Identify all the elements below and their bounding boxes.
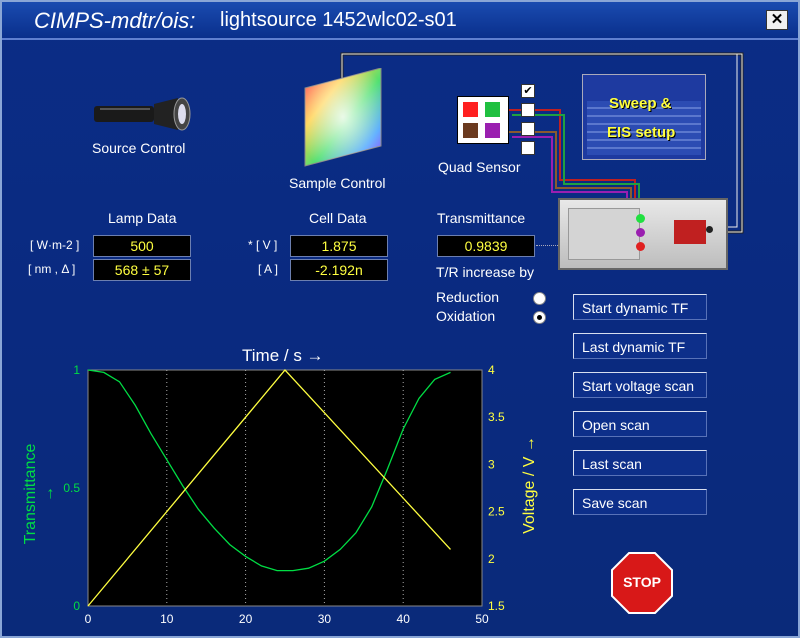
cell-current-readout: -2.192n: [290, 259, 388, 281]
quad-sensor[interactable]: [457, 96, 509, 144]
cell-unit-voltage: * [ V ]: [248, 238, 278, 252]
flashlight-icon: [94, 97, 191, 131]
cell-unit-current: [ A ]: [258, 262, 279, 276]
sensor-purple: [485, 123, 500, 138]
chart-y2label: Voltage / V →: [521, 436, 538, 534]
last-scan-button[interactable]: Last scan: [573, 450, 707, 476]
sample-control-label: Sample Control: [289, 175, 386, 191]
tr-increase-label: T/R increase by: [436, 264, 535, 280]
stop-button[interactable]: STOP: [611, 552, 673, 614]
reduction-radio[interactable]: [533, 292, 546, 305]
device-panel: [568, 208, 640, 260]
chart-ylabel: Transmittance →: [22, 443, 57, 545]
sample-control[interactable]: Sample Control: [287, 68, 402, 193]
start-voltage-scan-button[interactable]: Start voltage scan: [573, 372, 707, 398]
source-control-label: Source Control: [92, 140, 186, 156]
transmittance-link-line: [536, 245, 558, 246]
device-logo: [674, 220, 706, 244]
oxidation-radio[interactable]: [533, 311, 546, 324]
sensor-checkbox-2[interactable]: [521, 103, 535, 117]
app-window: CIMPS-mdtr/ois: lightsource 1452wlc02-s0…: [0, 0, 800, 638]
color-hexagon-icon: [304, 68, 382, 167]
cell-voltage-readout: 1.875: [290, 235, 388, 257]
reduction-label: Reduction: [436, 289, 500, 305]
source-control[interactable]: Source Control: [82, 94, 212, 164]
potentiostat-device[interactable]: [558, 198, 728, 270]
device-led-green: [636, 214, 645, 223]
save-scan-button[interactable]: Save scan: [573, 489, 707, 515]
stop-label: STOP: [623, 574, 661, 590]
open-scan-button[interactable]: Open scan: [573, 411, 707, 437]
device-led-purple: [636, 228, 645, 237]
lamp-wavelength-readout: 568 ± 57: [93, 259, 191, 281]
lamp-data-header: Lamp Data: [108, 210, 177, 226]
sensor-red: [463, 102, 478, 117]
start-dynamic-tf-button[interactable]: Start dynamic TF: [573, 294, 707, 320]
sensor-green: [485, 102, 500, 117]
sensor-checkbox-4[interactable]: [521, 141, 535, 155]
transmittance-readout: 0.9839: [437, 235, 535, 257]
device-led-red: [636, 242, 645, 251]
oxidation-label: Oxidation: [436, 308, 496, 324]
device-port-1: [706, 226, 713, 233]
sensor-checkbox-1[interactable]: ✔: [521, 84, 535, 98]
chart-xlabel: Time / s →: [242, 346, 324, 365]
sweep-label-2: EIS setup: [607, 124, 676, 141]
last-dynamic-tf-button[interactable]: Last dynamic TF: [573, 333, 707, 359]
sensor-brown: [463, 123, 478, 138]
transmittance-header: Transmittance: [437, 210, 526, 226]
quad-sensor-label: Quad Sensor: [438, 159, 521, 175]
cell-data-header: Cell Data: [309, 210, 367, 226]
sweep-eis-setup-button[interactable]: Sweep & EIS setup: [582, 74, 706, 160]
sensor-checkbox-3[interactable]: [521, 122, 535, 136]
lamp-unit-wavelength: [ nm , Δ ]: [28, 262, 76, 276]
lamp-power-readout: 500: [93, 235, 191, 257]
sweep-label-1: Sweep &: [609, 95, 672, 112]
lamp-unit-power: [ W·m-2 ]: [30, 238, 80, 252]
